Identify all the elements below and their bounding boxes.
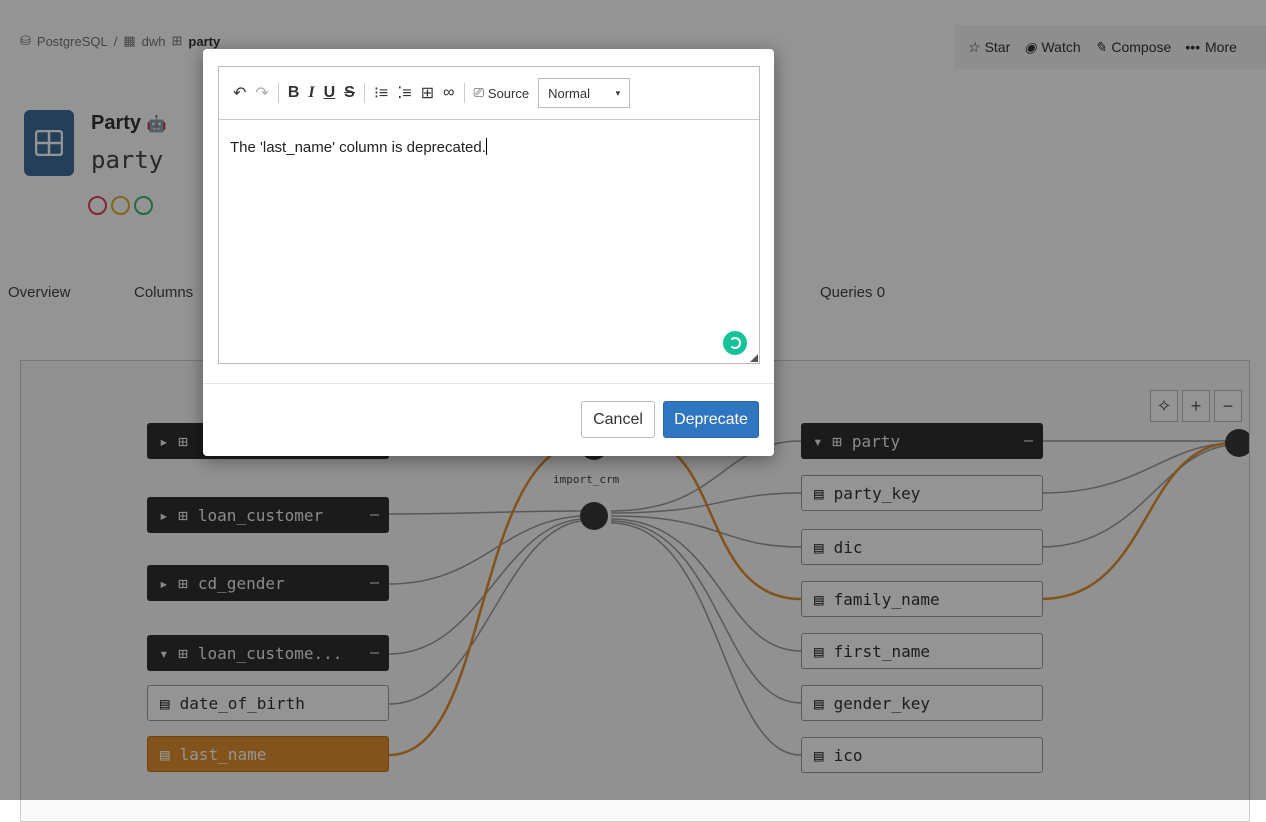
- grammarly-icon[interactable]: [723, 331, 747, 355]
- toolbar-divider: [277, 83, 279, 103]
- toolbar-divider: [463, 83, 465, 103]
- bold-button[interactable]: B: [288, 84, 300, 102]
- link-icon[interactable]: ∞: [443, 84, 454, 102]
- italic-button[interactable]: I: [308, 84, 314, 102]
- ordered-list-icon[interactable]: ⁝≡: [374, 83, 388, 103]
- resize-handle[interactable]: [750, 354, 758, 362]
- strikethrough-button[interactable]: S: [344, 84, 355, 102]
- source-button[interactable]: ⎚ Source: [474, 85, 530, 101]
- caret-down-icon: ▾: [615, 87, 621, 98]
- dialog-divider: [203, 383, 774, 384]
- editor-toolbar: ↶ ↷ B I U S ⁝≡ ⁚≡ ⊞ ∞ ⎚ Source Normal ▾: [219, 67, 759, 120]
- rich-text-editor: ↶ ↷ B I U S ⁝≡ ⁚≡ ⊞ ∞ ⎚ Source Normal ▾ Th…: [218, 66, 760, 364]
- deprecate-button[interactable]: Deprecate: [663, 401, 759, 438]
- cancel-button[interactable]: Cancel: [581, 401, 655, 438]
- deprecate-dialog: ↶ ↷ B I U S ⁝≡ ⁚≡ ⊞ ∞ ⎚ Source Normal ▾ Th…: [203, 49, 774, 456]
- format-select[interactable]: Normal ▾: [538, 78, 631, 108]
- undo-icon[interactable]: ↶: [233, 83, 246, 103]
- toolbar-divider: [363, 83, 365, 103]
- text-cursor: [485, 138, 487, 155]
- table-insert-icon[interactable]: ⊞: [421, 83, 434, 103]
- bullet-list-icon[interactable]: ⁚≡: [397, 83, 411, 103]
- underline-button[interactable]: U: [324, 84, 336, 102]
- source-icon: ⎚: [473, 85, 484, 100]
- editor-content[interactable]: The 'last_name' column is deprecated.: [219, 120, 759, 174]
- redo-icon[interactable]: ↷: [255, 83, 268, 103]
